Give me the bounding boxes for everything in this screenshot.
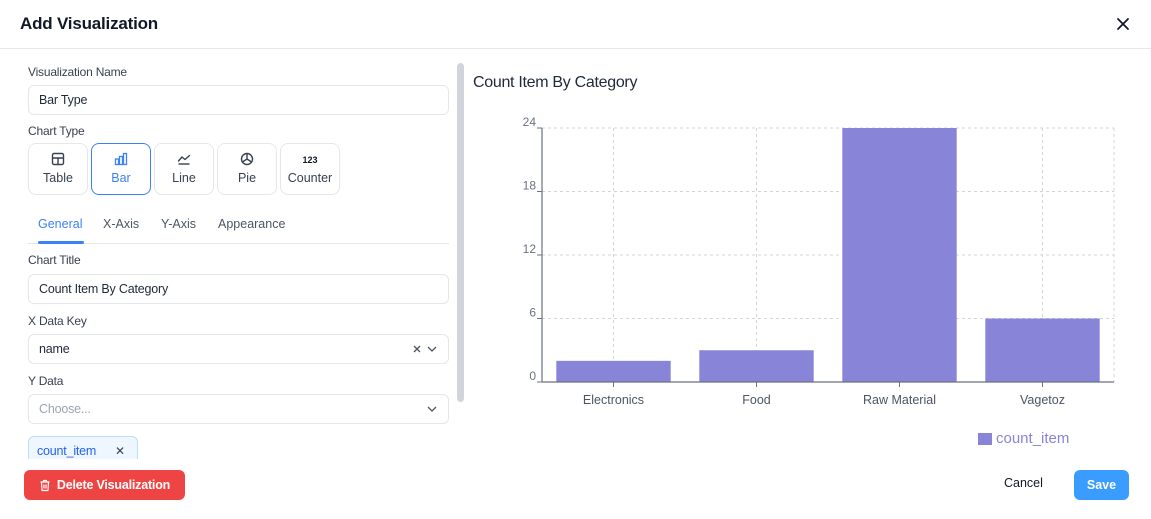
settings-panel: Visualization Name Bar Type Chart Type T… [0, 49, 462, 459]
remove-chip-icon[interactable]: ✕ [115, 444, 125, 458]
x-data-key-select[interactable]: name [28, 334, 449, 364]
y-tick-label: 6 [529, 306, 536, 320]
settings-tabs: General X-Axis Y-Axis Appearance [28, 209, 449, 244]
x-data-key-value: name [39, 342, 70, 356]
chart-type-bar[interactable]: Bar [91, 143, 151, 195]
viz-name-input[interactable]: Bar Type [28, 85, 449, 115]
chart-type-counter[interactable]: 123 Counter [280, 143, 340, 195]
bar-chart: 0 6 12 18 24 Electronics Food Raw Material Vaget… [523, 115, 1115, 407]
counter-icon: 123 [302, 155, 318, 165]
chevron-down-icon[interactable] [426, 344, 438, 354]
bar-raw-material [842, 128, 957, 382]
chart-type-line[interactable]: Line [154, 143, 214, 195]
bar-chart-icon [92, 152, 150, 168]
cancel-button[interactable]: Cancel [1004, 476, 1043, 490]
active-tab-indicator [38, 241, 84, 244]
y-data-placeholder: Choose... [39, 402, 91, 416]
y-data-select[interactable]: Choose... [28, 394, 449, 424]
delete-visualization-button[interactable]: Delete Visualization [24, 470, 185, 500]
bar-food [699, 350, 814, 382]
trash-icon [40, 479, 50, 491]
tab-appearance[interactable]: Appearance [218, 217, 285, 231]
x-tick-label: Raw Material [863, 393, 936, 407]
tab-x-axis[interactable]: X-Axis [103, 217, 139, 231]
chart-legend[interactable]: count_item [978, 430, 1069, 447]
y-tick-label: 24 [523, 115, 537, 129]
y-tick-label: 18 [523, 179, 537, 193]
y-tick-label: 12 [523, 242, 537, 256]
chart-title-label: Chart Title [28, 253, 81, 267]
y-data-chip: count_item ✕ [28, 436, 138, 459]
chevron-down-icon[interactable] [426, 404, 438, 414]
chart-title: Count Item By Category [473, 74, 638, 91]
tab-general[interactable]: General [38, 217, 82, 231]
save-button[interactable]: Save [1074, 470, 1129, 500]
y-data-label: Y Data [28, 374, 64, 388]
chart-title-input[interactable]: Count Item By Category [28, 274, 449, 304]
x-tick-label: Electronics [583, 393, 644, 407]
table-icon [29, 152, 87, 168]
x-tick-label: Vagetoz [1020, 393, 1065, 407]
y-tick-label: 0 [529, 369, 536, 383]
tab-y-axis[interactable]: Y-Axis [161, 217, 196, 231]
chart-type-pie[interactable]: Pie [217, 143, 277, 195]
clear-icon[interactable] [412, 344, 422, 354]
dialog-header: Add Visualization [0, 0, 1151, 49]
line-chart-icon [155, 152, 213, 168]
chart-type-table[interactable]: Table [28, 143, 88, 195]
dialog-title: Add Visualization [20, 14, 158, 33]
viz-name-label: Visualization Name [28, 65, 127, 79]
bar-electronics [556, 360, 671, 382]
chip-label: count_item [37, 444, 97, 458]
chart-type-label: Chart Type [28, 124, 85, 138]
close-icon[interactable] [1114, 15, 1132, 33]
pie-chart-icon [218, 152, 276, 168]
bar-vagetoz [985, 318, 1100, 382]
x-data-key-label: X Data Key [28, 314, 87, 328]
x-tick-label: Food [742, 393, 771, 407]
legend-label: count_item [996, 430, 1070, 447]
settings-scrollbar[interactable] [457, 63, 464, 402]
legend-swatch [978, 432, 992, 445]
